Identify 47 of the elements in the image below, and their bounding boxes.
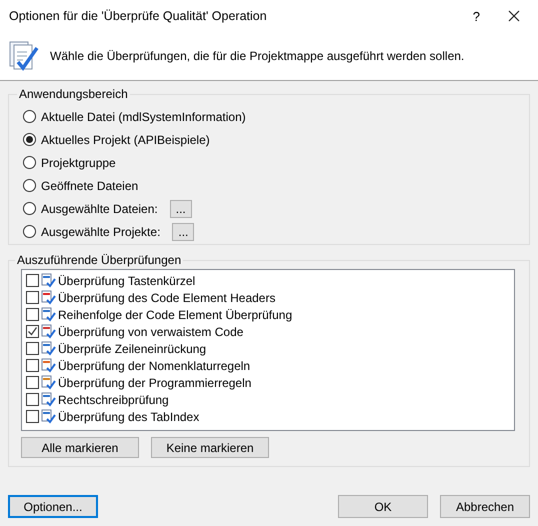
check-label[interactable]: Überprüfung von verwaistem Code: [58, 324, 244, 338]
group-title: Auszuführende Überprüfungen: [16, 253, 182, 267]
close-icon[interactable]: [508, 10, 520, 22]
check-label[interactable]: Überprüfung Tastenkürzel: [58, 274, 196, 288]
radio-option[interactable]: Aktuelles Projekt (APIBeispiele): [23, 132, 210, 146]
group-title: Anwendungsbereich: [18, 87, 129, 101]
check-label[interactable]: Reihenfolge der Code Element Überprüfung: [58, 308, 292, 322]
checkbox[interactable]: [26, 291, 39, 304]
document-check-icon: [41, 392, 56, 407]
checkbox[interactable]: [26, 308, 39, 321]
radio-option[interactable]: Ausgewählte Dateien:: [23, 202, 158, 216]
checkbox[interactable]: [26, 325, 39, 338]
document-check-icon: [41, 307, 56, 322]
options-button[interactable]: Optionen...: [8, 495, 98, 518]
check-label[interactable]: Überprüfung der Nomenklaturregeln: [58, 358, 250, 372]
browse-button[interactable]: ...: [172, 222, 194, 240]
document-check-icon: [41, 341, 56, 356]
document-check-icon: [41, 358, 56, 373]
radio-option[interactable]: Aktuelle Datei (mdlSystemInformation): [23, 110, 246, 124]
checkbox[interactable]: [26, 342, 39, 355]
checkbox[interactable]: [26, 274, 39, 287]
document-check-icon: [41, 324, 56, 339]
checkbox[interactable]: [26, 359, 39, 372]
radio-option[interactable]: Geöffnete Dateien: [23, 178, 138, 192]
document-check-icon: [41, 375, 56, 390]
radio-option[interactable]: Ausgewählte Projekte:: [23, 224, 160, 238]
document-check-icon: [41, 290, 56, 305]
check-label[interactable]: Überprüfe Zeileneinrückung: [58, 342, 206, 356]
document-check-icon: [41, 409, 56, 424]
check-label[interactable]: Überprüfung des Code Element Headers: [58, 290, 276, 304]
help-button[interactable]: ?: [444, 8, 508, 24]
mark-button[interactable]: Keine markieren: [151, 437, 269, 458]
cancel-button[interactable]: Abbrechen: [440, 495, 530, 518]
check-label[interactable]: Überprüfung der Programmierregeln: [58, 376, 252, 390]
radio-option[interactable]: Projektgruppe: [23, 156, 116, 170]
check-label[interactable]: Überprüfung des TabIndex: [58, 410, 200, 424]
header-text: Wähle die Überprüfungen, die für die Projektmappe ausgeführt werden sollen.: [50, 49, 464, 63]
checkbox[interactable]: [26, 410, 39, 423]
document-check-icon: [41, 273, 56, 288]
checklist-icon: [8, 40, 40, 72]
window-title: Optionen für die 'Überprüfe Qualität' Operation: [9, 9, 268, 23]
checkbox[interactable]: [26, 376, 39, 389]
browse-button[interactable]: ...: [170, 200, 192, 218]
check-label[interactable]: Rechtschreibprüfung: [58, 392, 169, 406]
checkbox[interactable]: [26, 393, 39, 406]
ok-button[interactable]: OK: [338, 495, 428, 518]
mark-button[interactable]: Alle markieren: [21, 437, 139, 458]
